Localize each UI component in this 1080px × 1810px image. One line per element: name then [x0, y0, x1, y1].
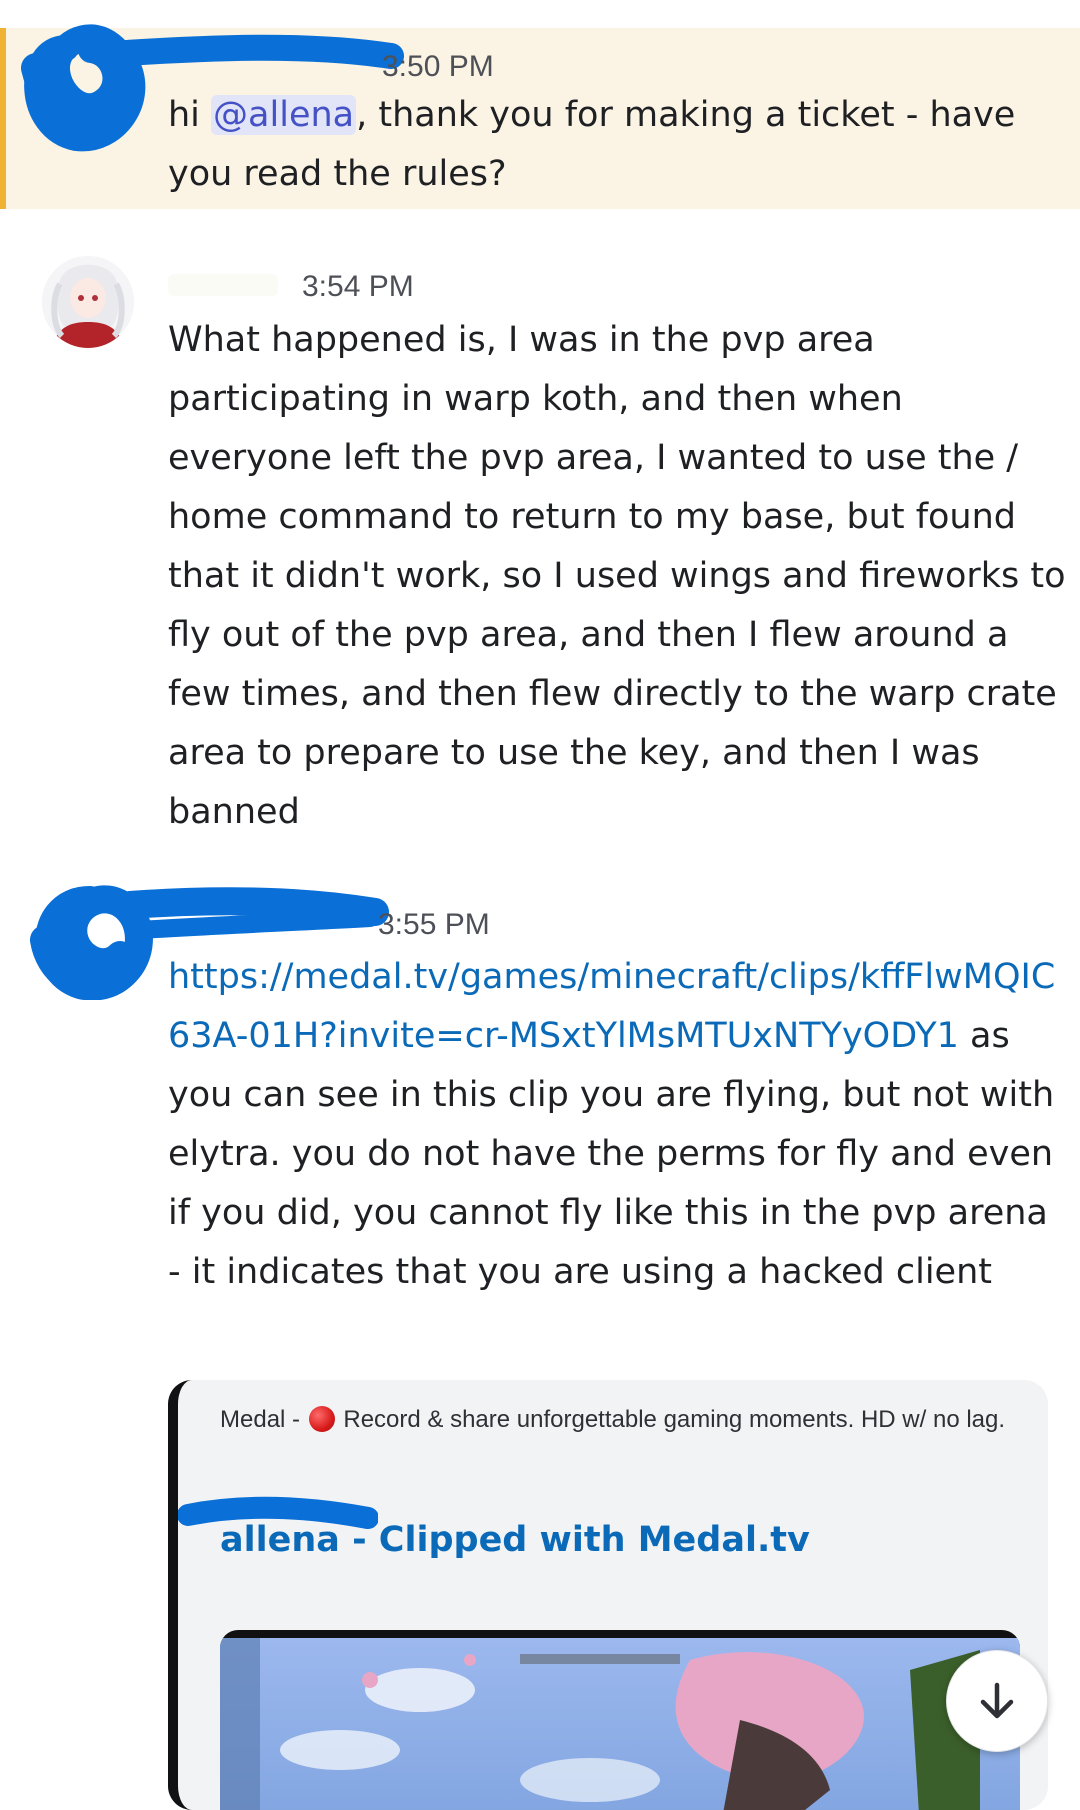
embed-provider: Medal - Record & share unforgettable gam… [220, 1406, 1006, 1433]
message-timestamp: 3:54 PM [302, 270, 414, 303]
avatar[interactable] [42, 256, 134, 348]
user-mention[interactable]: @allena [211, 95, 357, 135]
message-1: 3:50 PM hi @allena, thank you for making… [0, 24, 1080, 209]
message-timestamp: 3:55 PM [378, 908, 490, 941]
scroll-to-bottom-button[interactable] [946, 1650, 1048, 1752]
embed-video-thumbnail[interactable] [220, 1630, 1020, 1810]
message-timestamp: 3:50 PM [382, 50, 494, 83]
message-content: https://medal.tv/games/minecraft/clips/k… [168, 957, 1056, 1292]
link-embed: Medal - Record & share unforgettable gam… [168, 1380, 1048, 1810]
message-content: hi @allena, thank you for making a ticke… [168, 95, 1016, 194]
message-content: What happened is, I was in the pvp area … [168, 320, 1066, 832]
clip-link[interactable]: https://medal.tv/games/minecraft/clips/k… [168, 957, 1055, 1056]
embed-title-link[interactable]: allena - Clipped with Medal.tv [220, 1520, 810, 1560]
red-circle-icon [308, 1406, 335, 1432]
author-name-faded [168, 274, 278, 296]
arrow-down-icon [980, 1682, 1014, 1719]
